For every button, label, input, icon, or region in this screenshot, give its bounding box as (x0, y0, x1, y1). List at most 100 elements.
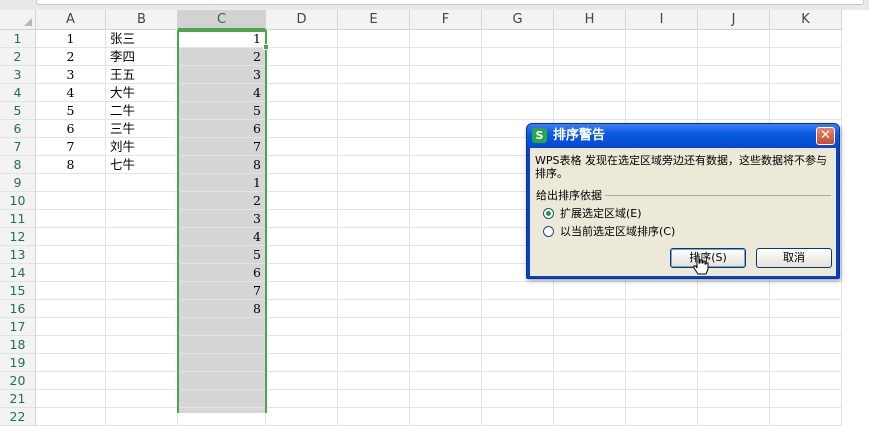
cell-d4[interactable] (266, 84, 338, 102)
cell-a20[interactable] (36, 372, 106, 390)
cell-e9[interactable] (338, 174, 410, 192)
cell-i17[interactable] (626, 318, 698, 336)
cell-h3[interactable] (554, 66, 626, 84)
cell-e22[interactable] (338, 408, 410, 426)
cell-b21[interactable] (106, 390, 178, 408)
column-header-f[interactable]: F (410, 10, 482, 30)
cell-g17[interactable] (482, 318, 554, 336)
cell-h18[interactable] (554, 336, 626, 354)
cell-a1[interactable]: 1 (36, 30, 106, 48)
cell-f22[interactable] (410, 408, 482, 426)
cell-f2[interactable] (410, 48, 482, 66)
cell-f1[interactable] (410, 30, 482, 48)
cell-d17[interactable] (266, 318, 338, 336)
cell-k21[interactable] (770, 390, 842, 408)
cell-k1[interactable] (770, 30, 842, 48)
row-header[interactable]: 12 (0, 228, 36, 246)
cell-d9[interactable] (266, 174, 338, 192)
radio-expand-selection[interactable]: 扩展选定区域(E) (543, 206, 642, 222)
cell-j15[interactable] (698, 282, 770, 300)
row-header[interactable]: 22 (0, 408, 36, 426)
cell-e18[interactable] (338, 336, 410, 354)
cell-g15[interactable] (482, 282, 554, 300)
cell-h1[interactable] (554, 30, 626, 48)
cell-d13[interactable] (266, 246, 338, 264)
cell-f20[interactable] (410, 372, 482, 390)
cell-i4[interactable] (626, 84, 698, 102)
cell-k3[interactable] (770, 66, 842, 84)
row-header[interactable]: 21 (0, 390, 36, 408)
row-header[interactable]: 17 (0, 318, 36, 336)
cell-b2[interactable]: 李四 (106, 48, 178, 66)
cell-a5[interactable]: 5 (36, 102, 106, 120)
cell-g1[interactable] (482, 30, 554, 48)
cell-a22[interactable] (36, 408, 106, 426)
row-header[interactable]: 7 (0, 138, 36, 156)
cell-d14[interactable] (266, 264, 338, 282)
cell-j16[interactable] (698, 300, 770, 318)
row-header[interactable]: 16 (0, 300, 36, 318)
cell-j1[interactable] (698, 30, 770, 48)
row-header[interactable]: 14 (0, 264, 36, 282)
cell-b17[interactable] (106, 318, 178, 336)
column-header-b[interactable]: B (106, 10, 178, 30)
cell-e14[interactable] (338, 264, 410, 282)
cell-j21[interactable] (698, 390, 770, 408)
cell-f6[interactable] (410, 120, 482, 138)
cell-i22[interactable] (626, 408, 698, 426)
cell-f18[interactable] (410, 336, 482, 354)
cell-d11[interactable] (266, 210, 338, 228)
cell-a12[interactable] (36, 228, 106, 246)
cell-f16[interactable] (410, 300, 482, 318)
cell-g2[interactable] (482, 48, 554, 66)
cell-i20[interactable] (626, 372, 698, 390)
cell-e16[interactable] (338, 300, 410, 318)
row-header[interactable]: 9 (0, 174, 36, 192)
cell-h17[interactable] (554, 318, 626, 336)
cell-e1[interactable] (338, 30, 410, 48)
cell-i19[interactable] (626, 354, 698, 372)
row-header[interactable]: 18 (0, 336, 36, 354)
cell-h20[interactable] (554, 372, 626, 390)
column-header-c[interactable]: C (178, 10, 266, 30)
cell-b4[interactable]: 大牛 (106, 84, 178, 102)
cell-j19[interactable] (698, 354, 770, 372)
fill-handle[interactable] (263, 44, 269, 50)
cell-b14[interactable] (106, 264, 178, 282)
cell-b5[interactable]: 二牛 (106, 102, 178, 120)
cell-j20[interactable] (698, 372, 770, 390)
cell-j4[interactable] (698, 84, 770, 102)
cell-f14[interactable] (410, 264, 482, 282)
cell-a13[interactable] (36, 246, 106, 264)
cell-j18[interactable] (698, 336, 770, 354)
cell-b19[interactable] (106, 354, 178, 372)
cell-h16[interactable] (554, 300, 626, 318)
cell-j22[interactable] (698, 408, 770, 426)
cell-h5[interactable] (554, 102, 626, 120)
cell-a7[interactable]: 7 (36, 138, 106, 156)
cell-a11[interactable] (36, 210, 106, 228)
cell-k20[interactable] (770, 372, 842, 390)
row-header[interactable]: 15 (0, 282, 36, 300)
cell-h21[interactable] (554, 390, 626, 408)
cell-b8[interactable]: 七牛 (106, 156, 178, 174)
cell-k16[interactable] (770, 300, 842, 318)
column-header-k[interactable]: K (770, 10, 842, 30)
cell-j5[interactable] (698, 102, 770, 120)
cell-f11[interactable] (410, 210, 482, 228)
cell-e21[interactable] (338, 390, 410, 408)
cell-e13[interactable] (338, 246, 410, 264)
cell-f9[interactable] (410, 174, 482, 192)
cell-k17[interactable] (770, 318, 842, 336)
row-header[interactable]: 1 (0, 30, 36, 48)
column-header-d[interactable]: D (266, 10, 338, 30)
cell-i5[interactable] (626, 102, 698, 120)
cell-b7[interactable]: 刘牛 (106, 138, 178, 156)
row-header[interactable]: 19 (0, 354, 36, 372)
cell-k22[interactable] (770, 408, 842, 426)
cell-h2[interactable] (554, 48, 626, 66)
formula-input[interactable] (36, 0, 864, 5)
cell-e12[interactable] (338, 228, 410, 246)
cell-b15[interactable] (106, 282, 178, 300)
cell-e10[interactable] (338, 192, 410, 210)
